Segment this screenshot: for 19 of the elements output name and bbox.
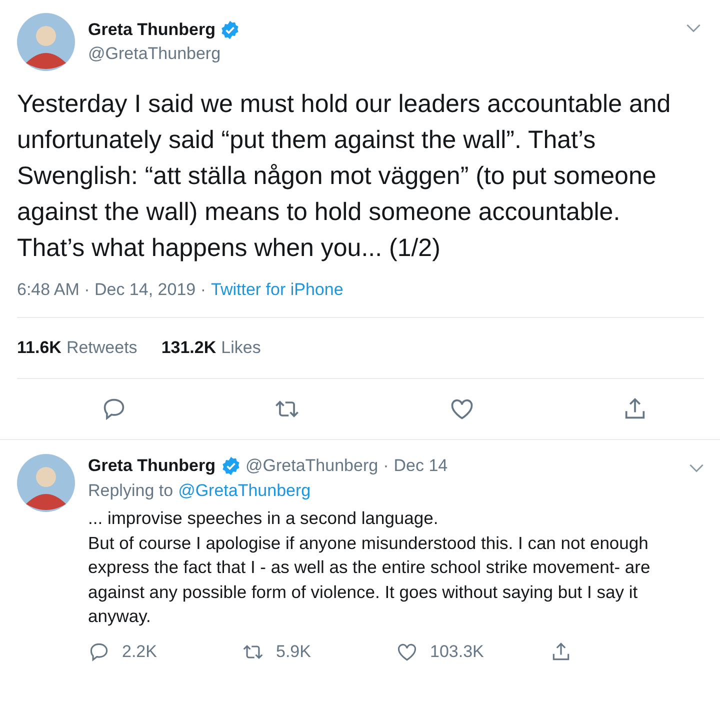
author-handle[interactable]: @GretaThunberg — [88, 44, 240, 64]
reply-text: ... improvise speeches in a second language. But of course I apologise if anyone misunderstood this. I can not enough express the fact that I - as well as the entire school strike movement- are against any possible form of violence. It goes without saying but I say it anyway. — [88, 507, 652, 628]
action-count: 2.2K — [122, 642, 157, 662]
tweet-text: Yesterday I said we must hold our leaders accountable and unfortunately said “put them against the wall”. That’s Swenglish: “att ställa någon mot väggen” (to put someone against the wall) means to hold someone accountable. That’s what happens when you... (1/2) — [17, 89, 672, 264]
mention-link[interactable]: @GretaThunberg — [178, 481, 311, 501]
stat-count[interactable]: 131.2K — [161, 338, 216, 358]
action-count: 5.9K — [276, 642, 311, 662]
stat-label[interactable]: Retweets — [66, 338, 138, 358]
stat-label[interactable]: Likes — [221, 338, 261, 358]
tweet-date[interactable]: Dec 14 — [394, 456, 448, 476]
replying-label: Replying to — [88, 481, 174, 501]
author-name[interactable]: Greta Thunberg — [88, 20, 216, 40]
action-count: 103.3K — [430, 642, 484, 662]
tweet-timestamp[interactable]: 6:48 AM · Dec 14, 2019 · — [17, 280, 206, 300]
author-name[interactable]: Greta Thunberg — [88, 456, 216, 476]
separator-dot: · — [383, 456, 389, 476]
source-link[interactable]: Twitter for iPhone — [211, 280, 344, 300]
author-handle[interactable]: @GretaThunberg — [246, 456, 378, 476]
stat-count[interactable]: 11.6K — [17, 338, 62, 358]
